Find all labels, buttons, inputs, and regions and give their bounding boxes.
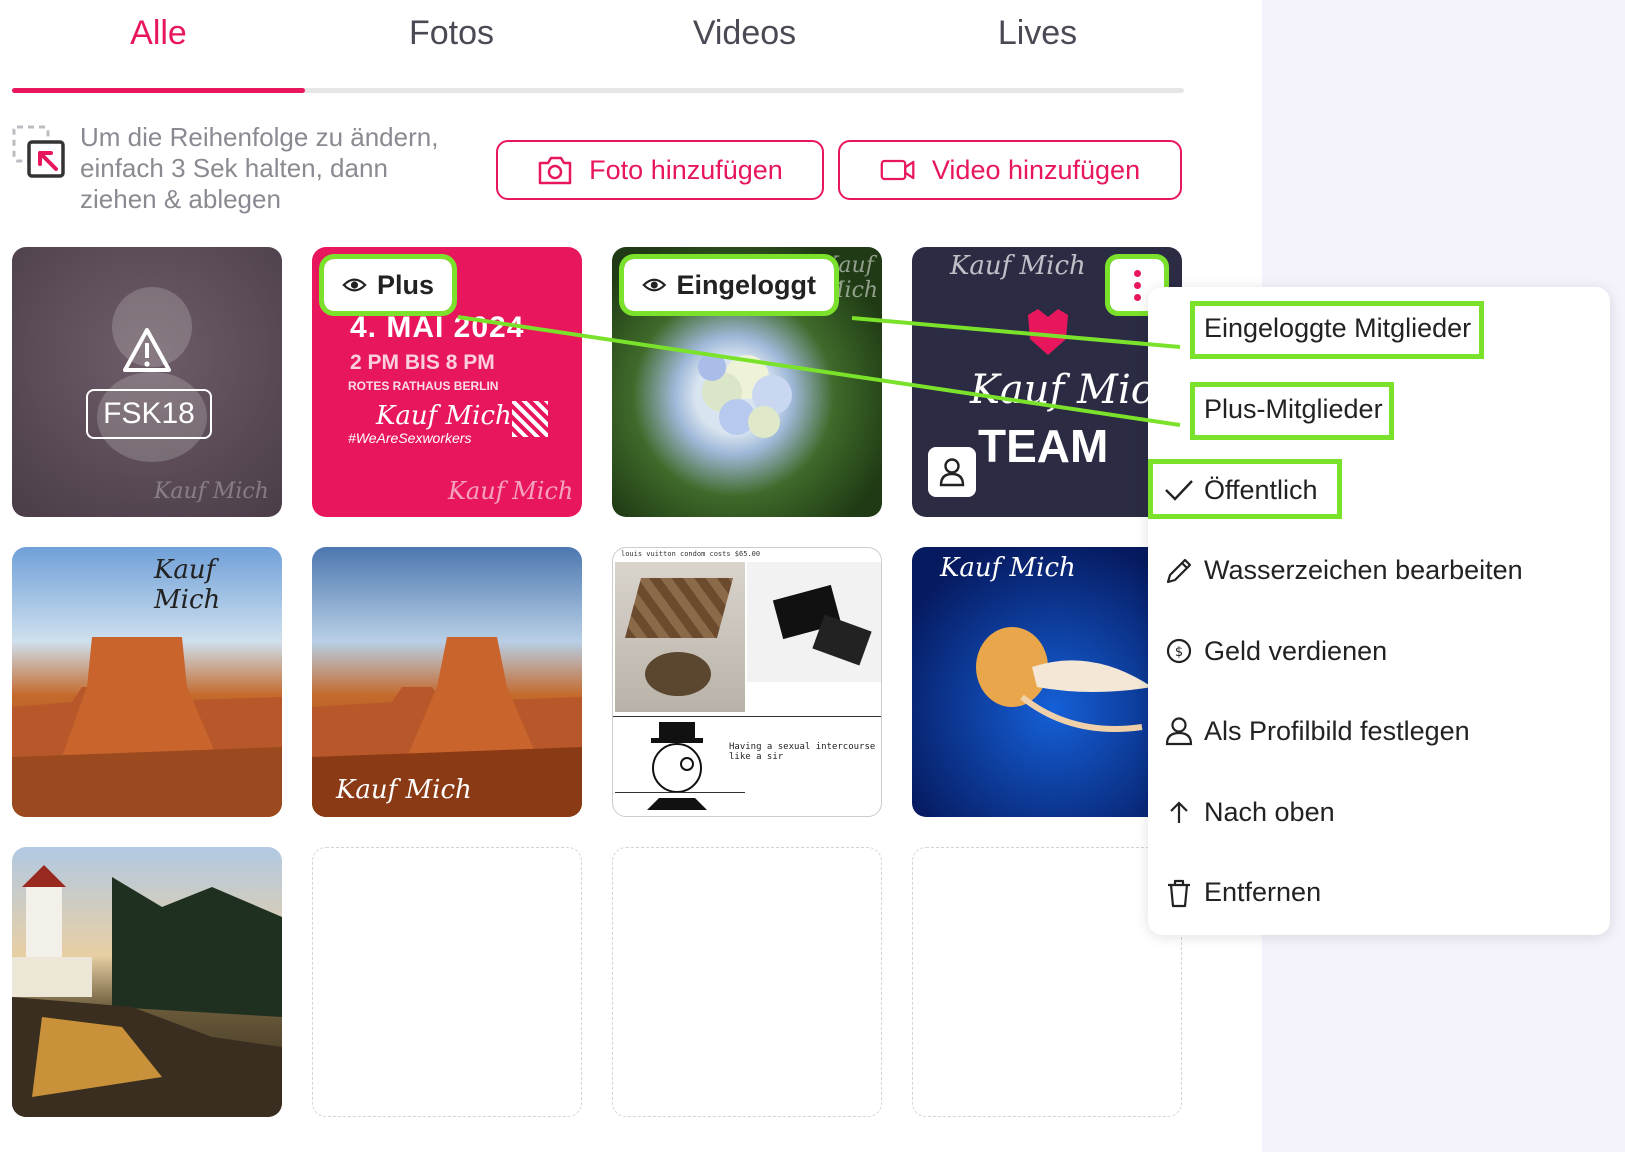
add-video-button[interactable]: Video hinzufügen bbox=[838, 140, 1182, 200]
visibility-badge-plus: Plus bbox=[319, 254, 457, 316]
menu-item-earn-money[interactable]: Geld verdienen bbox=[1204, 636, 1387, 667]
pencil-icon bbox=[1166, 558, 1192, 584]
visibility-badge-loggedin: Eingeloggt bbox=[619, 254, 839, 316]
meme-caption-text: Having a sexual intercourse like a sir bbox=[729, 742, 876, 762]
empty-slot[interactable] bbox=[612, 847, 882, 1117]
watermark: Kauf Mich bbox=[448, 477, 574, 505]
panther-logo-icon bbox=[1028, 309, 1068, 355]
qr-code-image bbox=[512, 401, 548, 437]
svg-text:$: $ bbox=[1175, 645, 1183, 660]
warning-icon bbox=[123, 328, 171, 372]
desert-butte-image bbox=[12, 637, 282, 817]
media-tile-butte-1[interactable]: Kauf Mich bbox=[12, 547, 282, 817]
add-photo-label: Foto hinzufügen bbox=[589, 154, 783, 185]
profile-picture-indicator bbox=[928, 447, 976, 497]
empty-slot[interactable] bbox=[912, 847, 1182, 1117]
camera-icon bbox=[538, 156, 572, 185]
media-tile-jellyfish[interactable]: Kauf Mich bbox=[912, 547, 1148, 817]
media-tile-lighthouse[interactable] bbox=[12, 847, 282, 1117]
coin-icon: $ bbox=[1166, 638, 1192, 664]
media-tile-meme[interactable]: louis vuitton condom costs $65.00 Having… bbox=[612, 547, 882, 817]
meme-top-text: louis vuitton condom costs $65.00 bbox=[621, 550, 761, 558]
watermark: Kauf Mich bbox=[950, 251, 1086, 281]
media-tile-team[interactable]: Kauf Mich Kauf Mich TEAM bbox=[912, 247, 1182, 517]
media-tile-plus[interactable]: 4. MAI 2024 2 PM BIS 8 PM ROTES RATHAUS … bbox=[312, 247, 582, 517]
eye-icon bbox=[342, 278, 367, 292]
arrow-up-icon bbox=[1170, 801, 1188, 823]
fsk18-label: FSK18 bbox=[86, 389, 212, 439]
jellyfish-image bbox=[976, 627, 1148, 732]
box-photo bbox=[747, 562, 881, 682]
watermark: Kauf Mich bbox=[940, 553, 1076, 583]
watermark: Kauf Mich bbox=[154, 555, 221, 615]
media-tile-loggedin[interactable]: Kauf Mich Eingeloggt bbox=[612, 247, 882, 517]
tab-fotos[interactable]: Fotos bbox=[305, 14, 598, 53]
hashtag-text: #WeAreSexworkers bbox=[348, 430, 472, 446]
team-text: TEAM bbox=[978, 420, 1109, 472]
menu-item-remove[interactable]: Entfernen bbox=[1204, 877, 1321, 908]
reorder-hint-text: Um die Reihenfolge zu ändern, einfach 3 … bbox=[80, 122, 439, 214]
like-a-sir-rage-face-image bbox=[647, 722, 707, 810]
highlight-box bbox=[1190, 301, 1484, 359]
empty-slot[interactable] bbox=[312, 847, 582, 1117]
menu-item-edit-watermark[interactable]: Wasserzeichen bearbeiten bbox=[1204, 555, 1523, 586]
condom-photo bbox=[615, 562, 745, 712]
person-icon bbox=[939, 458, 965, 487]
event-place-text: ROTES RATHAUS BERLIN bbox=[348, 379, 499, 393]
watermark: Kauf Mich bbox=[376, 401, 512, 431]
trash-icon bbox=[1168, 879, 1190, 908]
menu-item-set-profile-picture[interactable]: Als Profilbild festlegen bbox=[1204, 716, 1470, 747]
visibility-badge-label: Plus bbox=[376, 269, 434, 300]
media-tile-butte-2[interactable]: Kauf Mich bbox=[312, 547, 582, 817]
watermark: Kauf Mich bbox=[154, 479, 269, 504]
tab-alle[interactable]: Alle bbox=[12, 14, 305, 53]
hydrangea-flower-image bbox=[698, 353, 792, 438]
add-photo-button[interactable]: Foto hinzufügen bbox=[496, 140, 824, 200]
person-icon bbox=[1165, 717, 1193, 746]
visibility-badge-label: Eingeloggt bbox=[676, 269, 816, 300]
highlight-box bbox=[1148, 459, 1342, 519]
eye-icon bbox=[642, 278, 667, 292]
drag-reorder-icon bbox=[12, 125, 65, 178]
event-time-text: 2 PM BIS 8 PM bbox=[350, 351, 495, 374]
tab-underline-active bbox=[12, 88, 305, 93]
watermark: Kauf Mich bbox=[336, 775, 472, 805]
media-tile-fsk18[interactable]: FSK18 Kauf Mich bbox=[12, 247, 282, 517]
add-video-label: Video hinzufügen bbox=[931, 154, 1141, 185]
visibility-context-menu: Eingeloggte Mitglieder Plus-Mitglieder Ö… bbox=[1148, 287, 1610, 935]
lighthouse-coast-image bbox=[12, 865, 282, 1117]
tab-lives[interactable]: Lives bbox=[891, 14, 1184, 53]
event-date-text: 4. MAI 2024 bbox=[350, 311, 525, 344]
tab-videos[interactable]: Videos bbox=[598, 14, 891, 53]
menu-item-move-to-top[interactable]: Nach oben bbox=[1204, 797, 1335, 828]
video-camera-icon bbox=[880, 159, 915, 181]
highlight-box bbox=[1190, 382, 1394, 440]
